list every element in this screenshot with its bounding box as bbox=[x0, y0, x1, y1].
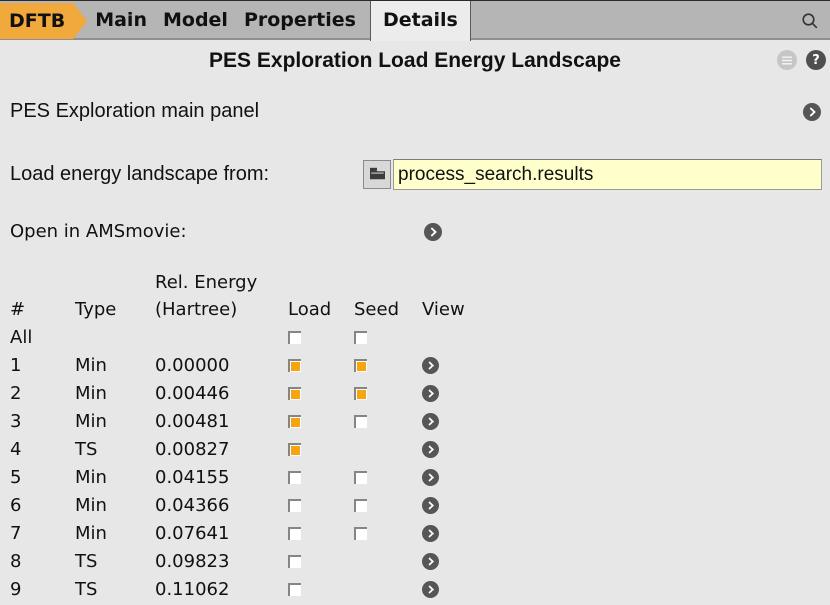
view-button[interactable] bbox=[422, 385, 439, 402]
row-type: Min bbox=[75, 380, 107, 408]
tab-properties[interactable]: Properties bbox=[236, 1, 364, 40]
folder-icon bbox=[369, 165, 386, 184]
load-checkbox[interactable] bbox=[288, 499, 301, 512]
main-panel-label: PES Exploration main panel bbox=[10, 100, 259, 123]
load-checkbox[interactable] bbox=[288, 387, 301, 400]
row-number: 1 bbox=[10, 352, 21, 380]
row-energy: 0.00827 bbox=[155, 436, 229, 464]
row-type: Min bbox=[75, 492, 107, 520]
row-energy: 0.04155 bbox=[155, 464, 229, 492]
seed-checkbox[interactable] bbox=[354, 527, 367, 540]
tab-details[interactable]: Details bbox=[370, 1, 471, 41]
load-all-checkbox[interactable] bbox=[288, 331, 301, 344]
load-checkbox[interactable] bbox=[288, 359, 301, 372]
row-number: 9 bbox=[10, 576, 21, 604]
load-checkbox[interactable] bbox=[288, 471, 301, 484]
amsmovie-label: Open in AMSmovie: bbox=[10, 221, 187, 242]
row-number: 4 bbox=[10, 436, 21, 464]
tab-main[interactable]: Main bbox=[87, 1, 155, 40]
table-row: 3 Min 0.00481 bbox=[0, 408, 500, 436]
table-row: 5 Min 0.04155 bbox=[0, 464, 500, 492]
table-row: 7 Min 0.07641 bbox=[0, 520, 500, 548]
table-header-line2: # Type (Hartree) Load Seed View bbox=[0, 296, 500, 324]
table-row: 2 Min 0.00446 bbox=[0, 380, 500, 408]
main-panel-chevron-icon[interactable] bbox=[803, 103, 821, 121]
view-button[interactable] bbox=[422, 581, 439, 598]
menu-icon[interactable] bbox=[777, 50, 797, 70]
view-button[interactable] bbox=[422, 357, 439, 374]
seed-header: Seed bbox=[354, 296, 399, 324]
energy-header-line2: (Hartree) bbox=[155, 296, 237, 324]
row-energy: 0.11062 bbox=[155, 576, 229, 604]
num-header: # bbox=[10, 296, 25, 324]
row-type: Min bbox=[75, 520, 107, 548]
load-landscape-label: Load energy landscape from: bbox=[10, 163, 269, 186]
row-energy: 0.07641 bbox=[155, 520, 229, 548]
table-body: 1 Min 0.00000 2 Min 0.00446 3 Min 0.0048… bbox=[0, 352, 500, 604]
row-number: 6 bbox=[10, 492, 21, 520]
energy-header-line1: Rel. Energy bbox=[155, 270, 257, 296]
table-row: 6 Min 0.04366 bbox=[0, 492, 500, 520]
load-checkbox[interactable] bbox=[288, 555, 301, 568]
load-checkbox[interactable] bbox=[288, 583, 301, 596]
tab-dftb[interactable]: DFTB bbox=[0, 3, 87, 39]
table-row: 4 TS 0.00827 bbox=[0, 436, 500, 464]
page-title: PES Exploration Load Energy Landscape bbox=[0, 49, 830, 73]
row-energy: 0.09823 bbox=[155, 548, 229, 576]
seed-checkbox[interactable] bbox=[354, 387, 367, 400]
pes-exploration-details-panel: DFTB Main Model Properties Details PES E… bbox=[0, 0, 830, 605]
row-number: 2 bbox=[10, 380, 21, 408]
load-header: Load bbox=[288, 296, 331, 324]
browse-button[interactable] bbox=[363, 160, 391, 189]
row-type: Min bbox=[75, 464, 107, 492]
table-row: 8 TS 0.09823 bbox=[0, 548, 500, 576]
seed-checkbox[interactable] bbox=[354, 415, 367, 428]
view-button[interactable] bbox=[422, 497, 439, 514]
table-row: 1 Min 0.00000 bbox=[0, 352, 500, 380]
row-number: 8 bbox=[10, 548, 21, 576]
row-number: 7 bbox=[10, 520, 21, 548]
tab-bar: DFTB Main Model Properties Details bbox=[0, 0, 830, 40]
tabbar-spacer bbox=[471, 1, 790, 40]
load-checkbox[interactable] bbox=[288, 527, 301, 540]
row-type: TS bbox=[75, 548, 97, 576]
load-checkbox[interactable] bbox=[288, 415, 301, 428]
tab-model[interactable]: Model bbox=[155, 1, 236, 40]
table-header-line1: Rel. Energy bbox=[0, 270, 500, 296]
view-button[interactable] bbox=[422, 413, 439, 430]
landscape-file-input[interactable] bbox=[393, 159, 822, 190]
amsmovie-chevron-icon[interactable] bbox=[424, 223, 442, 241]
table-row: 9 TS 0.11062 bbox=[0, 576, 500, 604]
type-header: Type bbox=[75, 296, 116, 324]
row-number: 5 bbox=[10, 464, 21, 492]
row-energy: 0.00481 bbox=[155, 408, 229, 436]
seed-checkbox[interactable] bbox=[354, 359, 367, 372]
seed-checkbox[interactable] bbox=[354, 471, 367, 484]
load-checkbox[interactable] bbox=[288, 443, 301, 456]
table-all-row: All bbox=[0, 324, 500, 352]
help-icon[interactable]: ? bbox=[806, 50, 826, 70]
energy-landscape-table: Rel. Energy # Type (Hartree) Load Seed V… bbox=[0, 270, 500, 604]
row-energy: 0.00000 bbox=[155, 352, 229, 380]
row-type: Min bbox=[75, 408, 107, 436]
row-energy: 0.00446 bbox=[155, 380, 229, 408]
row-number: 3 bbox=[10, 408, 21, 436]
view-button[interactable] bbox=[422, 469, 439, 486]
row-type: Min bbox=[75, 352, 107, 380]
view-button[interactable] bbox=[422, 441, 439, 458]
view-header: View bbox=[422, 296, 465, 324]
row-energy: 0.04366 bbox=[155, 492, 229, 520]
search-icon[interactable] bbox=[790, 1, 830, 40]
row-type: TS bbox=[75, 436, 97, 464]
row-type: TS bbox=[75, 576, 97, 604]
seed-all-checkbox[interactable] bbox=[354, 331, 367, 344]
seed-checkbox[interactable] bbox=[354, 499, 367, 512]
all-row-label: All bbox=[10, 324, 32, 352]
view-button[interactable] bbox=[422, 553, 439, 570]
view-button[interactable] bbox=[422, 525, 439, 542]
